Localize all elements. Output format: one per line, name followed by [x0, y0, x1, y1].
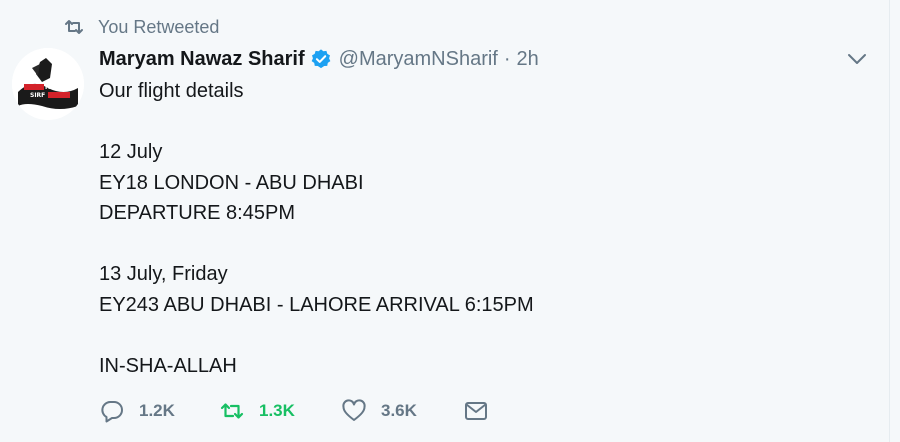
tweet-header: Maryam Nawaz Sharif @MaryamNSharif · 2h	[99, 44, 539, 74]
tweet-line: EY18 LONDON - ABU DHABI	[99, 171, 364, 194]
tweet-line	[99, 229, 859, 260]
retweet-button[interactable]: 1.3K	[219, 396, 341, 426]
retweet-context: You Retweeted	[62, 14, 219, 40]
reply-icon	[101, 401, 123, 423]
like-count: 3.6K	[381, 401, 417, 420]
retweet-icon	[220, 403, 244, 419]
tweet-card[interactable]: You Retweeted FAISLA SIRF Maryam Nawaz S…	[0, 0, 890, 442]
retweet-context-text: You Retweeted	[98, 16, 220, 37]
reply-count: 1.2K	[139, 401, 175, 420]
tweet-line: Our flight details	[99, 80, 244, 102]
retweet-icon	[65, 20, 83, 34]
chevron-down-icon[interactable]	[844, 48, 870, 70]
envelope-icon	[465, 402, 487, 420]
avatar-image: FAISLA SIRF	[12, 48, 84, 120]
tweet-line: DEPARTURE 8:45PM	[99, 202, 295, 224]
tweet-line: IN-SHA-ALLAH	[99, 354, 237, 377]
tweet-line: 13 July, Friday	[99, 263, 228, 285]
avatar-text-2: SIRF	[30, 92, 45, 99]
tweet-line	[99, 320, 859, 351]
author-handle[interactable]: @MaryamNSharif	[339, 48, 498, 71]
retweet-count: 1.3K	[259, 401, 295, 420]
tweet-line: EY243 ABU DHABI - LAHORE ARRIVAL 6:15PM	[99, 293, 534, 316]
author-name[interactable]: Maryam Nawaz Sharif	[99, 48, 305, 71]
avatar-text-1: FAISLA	[45, 84, 68, 91]
verified-badge-icon	[311, 49, 330, 69]
direct-message-button[interactable]	[463, 396, 489, 426]
tweet-actions: 1.2K 1.3K 3.6K	[99, 396, 489, 426]
heart-icon	[342, 399, 366, 421]
tweet-line: 12 July	[99, 141, 163, 163]
avatar[interactable]: FAISLA SIRF	[12, 48, 84, 120]
reply-button[interactable]: 1.2K	[99, 396, 219, 426]
tweet-timestamp[interactable]: 2h	[517, 48, 539, 71]
tweet-text: Our flight details 12 July EY18 LONDON -…	[99, 76, 859, 381]
like-button[interactable]: 3.6K	[341, 396, 463, 426]
separator-dot: ·	[503, 47, 511, 70]
tweet-line	[99, 107, 859, 138]
